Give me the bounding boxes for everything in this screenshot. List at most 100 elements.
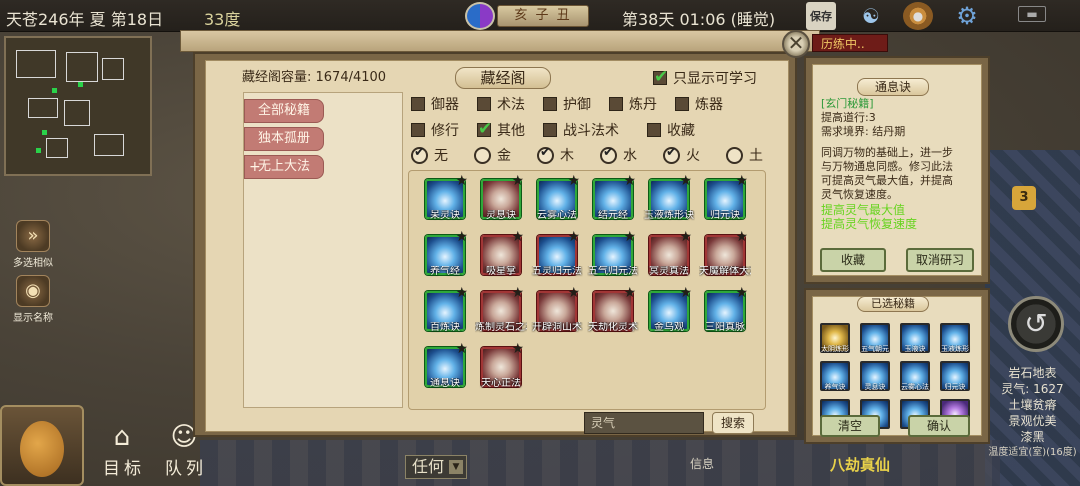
save-icon[interactable]: 保存	[806, 2, 836, 30]
location-name: 八劫真仙	[830, 456, 891, 474]
radio[interactable]	[600, 145, 617, 164]
category-tab-all[interactable]: 全部秘籍	[244, 99, 324, 123]
skill-slot[interactable]: ★ 归元诀	[705, 174, 748, 221]
checkbox[interactable]	[543, 123, 557, 137]
category-tab-supreme[interactable]: + 无上大法	[244, 155, 324, 179]
collect-button[interactable]: 收藏	[820, 248, 886, 272]
element-tu[interactable]: 土	[726, 145, 776, 165]
target-button[interactable]: ⌂ 目标	[102, 420, 146, 479]
filter-zhandou[interactable]: 战斗法术	[543, 120, 647, 140]
filter-yuqi[interactable]: 御器	[411, 94, 477, 114]
filter-liandan[interactable]: 炼丹	[609, 94, 675, 114]
only-learnable-checkbox[interactable]	[653, 67, 668, 87]
filter-shufa[interactable]: 术法	[477, 94, 543, 114]
element-mu[interactable]: 木	[537, 145, 600, 165]
filter-label: 御器	[431, 97, 459, 113]
detail-bonus: 提高道行:3	[821, 111, 876, 124]
detail-requirement: 需求境界: 结丹期	[821, 125, 906, 138]
selected-skill-slot[interactable]: 太阴炼形	[820, 323, 850, 353]
skill-slot[interactable]: ★ 灵息诀	[481, 174, 524, 221]
selected-skill-name: 养气诀	[824, 383, 846, 391]
skill-name: 百炼诀	[430, 322, 460, 333]
minimap[interactable]	[4, 36, 152, 176]
search-button[interactable]: 搜索	[712, 412, 754, 434]
skill-slot[interactable]: ★ 结元经	[593, 174, 636, 221]
selected-skill-name: 玉液炼形	[941, 345, 969, 353]
confirm-button[interactable]: 确认	[908, 415, 970, 437]
element-wu[interactable]: 无	[411, 145, 474, 165]
yinyang-icon[interactable]	[465, 2, 495, 30]
selected-skill-slot[interactable]: 五气朝元	[860, 323, 890, 353]
selected-skill-slot[interactable]: 养气诀	[820, 361, 850, 391]
filter-xiuxing[interactable]: 修行	[411, 120, 477, 140]
element-label: 火	[686, 148, 700, 164]
skill-slot[interactable]: ★ 五气归元法	[588, 230, 638, 277]
selected-skill-slot[interactable]: 归元诀	[940, 361, 970, 391]
checkbox[interactable]	[675, 97, 689, 111]
checkbox[interactable]	[411, 123, 425, 137]
show-names-button[interactable]: ◉ 显示名称	[8, 275, 58, 324]
gourd-button[interactable]	[0, 405, 84, 486]
selected-skill-slot[interactable]: 灵息诀	[860, 361, 890, 391]
clear-button[interactable]: 清空	[820, 415, 880, 437]
filter-lianqi[interactable]: 炼器	[675, 94, 741, 114]
checkbox[interactable]	[411, 97, 425, 111]
radio[interactable]	[726, 146, 743, 164]
training-tab[interactable]: 历练中..	[812, 34, 888, 52]
star-icon: ★	[567, 173, 580, 189]
skill-slot[interactable]: ★ 冥灵真法	[649, 230, 692, 277]
filter-qita[interactable]: 其他	[477, 119, 543, 140]
notification-badge[interactable]: 3	[1012, 186, 1036, 210]
selected-skill-slot[interactable]: 云雾心法	[900, 361, 930, 391]
filter-shoucang[interactable]: 收藏	[647, 120, 713, 140]
detail-effect: 提高灵气恢复速度	[821, 217, 918, 231]
checkbox[interactable]	[477, 97, 491, 111]
gear-icon[interactable]: ⚙	[952, 2, 982, 30]
element-jin[interactable]: 金	[474, 145, 537, 165]
radio[interactable]	[537, 145, 554, 164]
palette-icon[interactable]: ●	[903, 2, 933, 30]
checkbox[interactable]	[609, 97, 623, 111]
info-label[interactable]: 信息	[690, 455, 714, 472]
skill-slot[interactable]: ★ 通息诀	[425, 342, 468, 389]
skill-slot[interactable]: ★ 五灵归元法	[532, 230, 582, 277]
checkbox[interactable]	[543, 97, 557, 111]
radio[interactable]	[411, 145, 428, 164]
skill-slot[interactable]: ★ 天心正法	[481, 342, 524, 389]
skill-slot[interactable]: ★ 三阳真脉	[705, 286, 748, 333]
filter-label: 修行	[431, 123, 459, 139]
selected-skill-slot[interactable]: 玉液炼形	[940, 323, 970, 353]
undo-button[interactable]: ↺	[1008, 296, 1064, 352]
skill-slot[interactable]: ★ 玉液炼形诀	[644, 174, 694, 221]
only-learnable-toggle[interactable]: 只显示可学习	[653, 67, 757, 88]
skill-slot[interactable]: ★ 开辟洞山术	[532, 286, 582, 333]
cancel-study-button[interactable]: 取消研习	[906, 248, 974, 272]
skill-slot[interactable]: ★ 云雾心法	[537, 174, 580, 221]
skill-slot[interactable]: ★ 金乌观	[649, 286, 692, 333]
skill-slot[interactable]: ★ 养气经	[425, 230, 468, 277]
library-capacity: 藏经阁容量: 1674/4100	[242, 70, 387, 85]
skill-slot[interactable]: ★ 炼制灵石之术	[475, 286, 527, 333]
filter-select[interactable]: 任何 ▼	[405, 455, 467, 479]
element-shui[interactable]: 水	[600, 145, 663, 165]
skill-slot[interactable]: ★ 天魔解体大法	[699, 230, 751, 277]
menu-icon[interactable]: ▬	[1018, 6, 1046, 22]
radio[interactable]	[474, 146, 491, 164]
skill-slot[interactable]: ★ 天劫化灵术	[588, 286, 638, 333]
category-tab-unique[interactable]: 独本孤册	[244, 127, 324, 151]
skill-slot[interactable]: ★ 呆灵诀	[425, 174, 468, 221]
checkbox[interactable]	[647, 123, 661, 137]
checkbox[interactable]	[477, 119, 492, 139]
scroll-icon[interactable]: ☯	[856, 2, 886, 30]
detail-desc-line: 同调万物的基础上，进一步	[821, 146, 953, 159]
multi-select-button[interactable]: » 多选相似	[8, 220, 58, 269]
filter-huyu[interactable]: 护御	[543, 94, 609, 114]
filter-select-value: 任何	[412, 457, 445, 476]
close-button[interactable]: ✕	[782, 30, 810, 58]
skill-slot[interactable]: ★ 吸星掌	[481, 230, 524, 277]
radio[interactable]	[663, 145, 680, 164]
element-huo[interactable]: 火	[663, 145, 726, 165]
search-input[interactable]: 灵气	[584, 412, 704, 434]
skill-slot[interactable]: ★ 百炼诀	[425, 286, 468, 333]
selected-skill-slot[interactable]: 玉液诀	[900, 323, 930, 353]
